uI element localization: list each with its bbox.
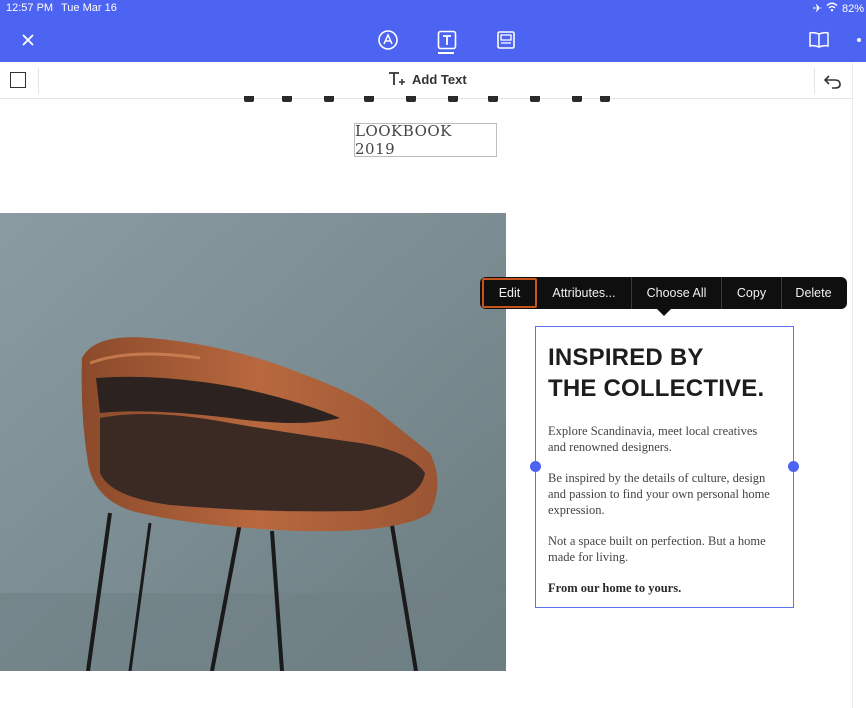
editor-toolbar: Add Text (0, 62, 852, 99)
attributes-menu-item[interactable]: Attributes... (537, 277, 632, 309)
divider (38, 68, 39, 94)
text-paragraph-1[interactable]: Explore Scandinavia, meet local creative… (548, 423, 778, 455)
heading-line-1: INSPIRED BY (548, 344, 704, 371)
text-paragraph-3[interactable]: Not a space built on perfection. But a h… (548, 533, 778, 565)
divider (814, 68, 815, 94)
side-panel-edge (852, 62, 866, 708)
active-tab-indicator (438, 52, 454, 54)
status-time: 12:57 PM (6, 2, 54, 14)
edit-menu-item[interactable]: Edit (482, 278, 537, 308)
text-paragraph-4[interactable]: From our home to yours. (548, 580, 778, 596)
status-date: Tue Mar 16 (61, 2, 117, 14)
copy-menu-item[interactable]: Copy (722, 277, 782, 309)
heading-line-2: THE COLLECTIVE. (548, 375, 765, 402)
status-indicators: ✈ 82% (812, 2, 864, 16)
draw-icon[interactable] (376, 28, 400, 52)
battery-level: 82% (841, 2, 864, 15)
context-menu: Edit Attributes... Choose All Copy Delet… (480, 277, 847, 309)
delete-menu-item[interactable]: Delete (782, 277, 845, 309)
resize-handle-right[interactable] (788, 461, 799, 472)
more-icon[interactable] (852, 28, 866, 52)
undo-icon[interactable] (823, 71, 843, 91)
text-icon[interactable] (435, 28, 459, 52)
context-menu-pointer (656, 308, 672, 316)
text-heading[interactable]: INSPIRED BY THE COLLECTIVE. (548, 342, 788, 404)
add-text-icon (389, 72, 405, 85)
text-paragraph-2[interactable]: Be inspired by the details of culture, d… (548, 470, 778, 518)
add-text-button[interactable]: Add Text (388, 71, 467, 87)
book-icon[interactable] (807, 28, 831, 52)
collective-title-fragment (238, 96, 618, 104)
top-toolbar: 12:57 PM Tue Mar 16 ✈ 82% (0, 0, 866, 62)
chair-photo[interactable] (0, 213, 506, 671)
airplane-icon: ✈ (812, 3, 822, 15)
wifi-icon (826, 2, 838, 15)
resize-handle-left[interactable] (530, 461, 541, 472)
close-icon[interactable] (16, 28, 40, 52)
select-frame-icon[interactable] (10, 72, 26, 88)
add-text-label: Add Text (412, 71, 467, 87)
lookbook-label[interactable]: LOOKBOOK 2019 (354, 122, 497, 158)
choose-all-menu-item[interactable]: Choose All (632, 277, 722, 309)
image-icon[interactable] (494, 28, 518, 52)
